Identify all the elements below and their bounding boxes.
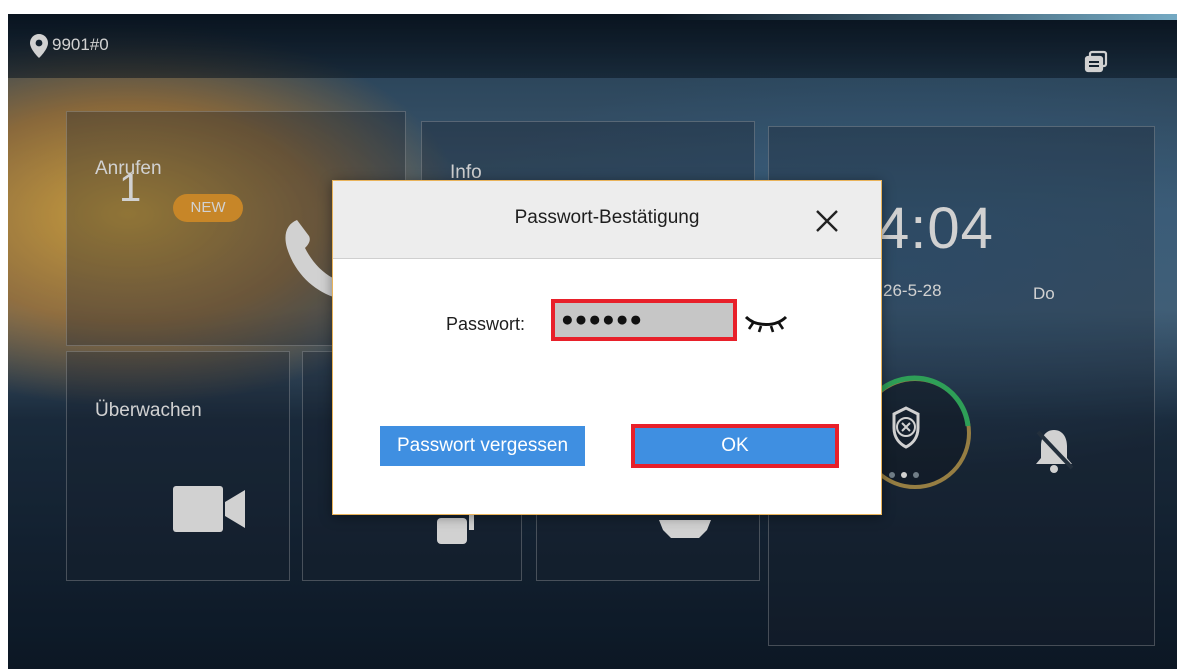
- intercom-screen: 9901#0 Anrufen 1 NEW Info 4:04 26-5-28 D…: [8, 14, 1177, 669]
- dialog-title: Passwort-Bestätigung: [514, 207, 700, 228]
- close-icon[interactable]: [809, 203, 845, 239]
- ok-button[interactable]: OK: [631, 424, 839, 468]
- eye-closed-icon[interactable]: [743, 311, 789, 333]
- password-label: Passwort:: [446, 314, 526, 334]
- dialog-header: Passwort-Bestätigung: [333, 181, 881, 259]
- forgot-password-button[interactable]: Passwort vergessen: [380, 426, 585, 466]
- password-dialog: Passwort-Bestätigung Passwort: Passwort …: [332, 180, 882, 515]
- password-field[interactable]: [551, 299, 737, 341]
